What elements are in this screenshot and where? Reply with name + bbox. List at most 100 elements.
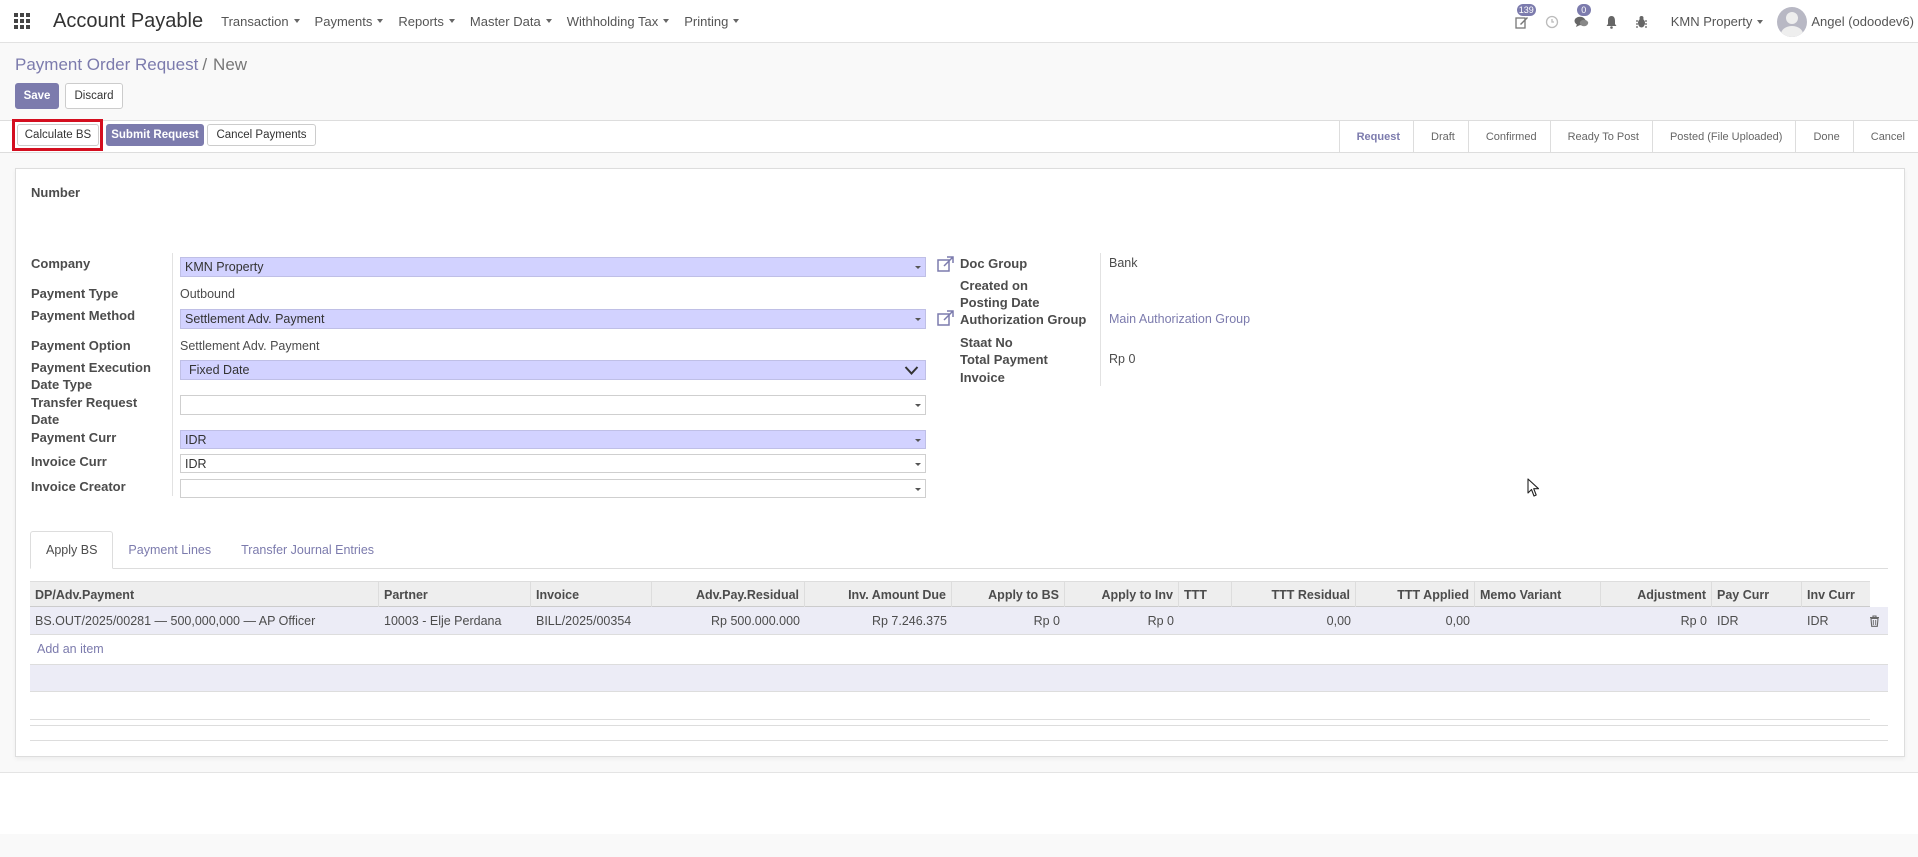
table-row[interactable]: BS.OUT/2025/00281 — 500,000,000 — AP Off…: [30, 607, 1888, 635]
avatar[interactable]: [1777, 6, 1808, 37]
column-header[interactable]: Inv. Amount Due: [805, 582, 952, 608]
dropdown-arrow-icon: [915, 318, 921, 321]
menu-withholding-tax[interactable]: Withholding Tax: [567, 14, 670, 29]
column-header[interactable]: Invoice: [531, 582, 652, 608]
breadcrumb: Payment Order Request / New: [15, 55, 247, 75]
column-header[interactable]: Adjustment: [1601, 582, 1712, 608]
auth-group-link[interactable]: Main Authorization Group: [1109, 312, 1250, 326]
label-separator: [172, 253, 173, 496]
messages-icon[interactable]: 0: [1573, 3, 1591, 31]
doc-group-value: Bank: [1109, 256, 1138, 270]
total-payment-label: Total Payment: [960, 352, 1048, 367]
tab-payment-lines[interactable]: Payment Lines: [113, 531, 226, 569]
doc-group-label: Doc Group: [960, 256, 1028, 271]
menu-label: Master Data: [469, 13, 541, 29]
stage-confirmed[interactable]: Confirmed: [1469, 120, 1551, 153]
column-header[interactable]: Partner: [379, 582, 531, 608]
column-header[interactable]: Apply to Inv: [1065, 582, 1179, 608]
menu-payments[interactable]: Payments: [315, 14, 384, 29]
apps-menu-icon[interactable]: [14, 13, 30, 29]
menu-label: Payments: [314, 13, 373, 29]
activity-count-badge: 139: [1516, 3, 1536, 16]
cell-adjustment: Rp 0: [1680, 614, 1707, 628]
menu-label: Transaction: [221, 13, 289, 29]
notebook-tabs: Apply BS Payment Lines Transfer Journal …: [30, 531, 1888, 569]
payment-curr-field[interactable]: IDR: [180, 430, 926, 449]
column-header[interactable]: Memo Variant: [1475, 582, 1601, 608]
invoice-creator-field[interactable]: [180, 479, 926, 498]
activity-edit-icon[interactable]: 139: [1513, 3, 1536, 31]
breadcrumb-separator: /: [202, 55, 208, 74]
invoice-curr-value: IDR: [185, 456, 207, 471]
save-button[interactable]: Save: [15, 83, 59, 109]
company-switcher[interactable]: KMN Property: [1671, 14, 1764, 29]
payment-method-field[interactable]: Settlement Adv. Payment: [180, 309, 926, 329]
caret-down-icon: [733, 19, 740, 23]
column-header[interactable]: Inv Curr: [1802, 582, 1870, 608]
bell-icon[interactable]: [1603, 13, 1621, 31]
caret-down-icon: [448, 19, 455, 23]
cell-pay-curr: IDR: [1717, 614, 1739, 628]
breadcrumb-parent[interactable]: Payment Order Request: [15, 55, 198, 75]
app-title[interactable]: Account Payable: [53, 10, 203, 33]
menu-master-data[interactable]: Master Data: [470, 14, 552, 29]
menu-transaction[interactable]: Transaction: [221, 13, 300, 29]
menu-reports[interactable]: Reports: [398, 14, 455, 29]
column-header[interactable]: TTT Applied: [1356, 582, 1475, 608]
cell-apply-to-bs: Rp 0: [1033, 614, 1060, 628]
column-header[interactable]: TTT Residual: [1232, 582, 1356, 608]
menu-label: Reports: [398, 13, 444, 29]
payment-curr-value: IDR: [185, 432, 207, 447]
clock-icon[interactable]: [1543, 13, 1561, 31]
external-link-icon[interactable]: [937, 256, 955, 272]
stage-draft[interactable]: Draft: [1414, 120, 1469, 153]
column-header[interactable]: Adv.Pay.Residual: [652, 582, 805, 608]
caret-down-icon: [1757, 19, 1764, 24]
auth-group-label: Authorization Group: [960, 312, 1087, 327]
column-header[interactable]: Pay Curr: [1712, 582, 1802, 608]
transfer-request-date-field[interactable]: [180, 395, 926, 415]
external-link-icon[interactable]: [937, 310, 955, 326]
dropdown-arrow-icon: [915, 404, 921, 407]
stage-ready-to-post[interactable]: Ready To Post: [1551, 120, 1653, 153]
stage-request[interactable]: Request: [1340, 120, 1414, 153]
exec-date-type-select[interactable]: Fixed Date: [180, 360, 926, 380]
exec-date-type-label-1: Payment Execution: [31, 360, 151, 375]
table-header: DP/Adv.Payment Partner Invoice Adv.Pay.R…: [30, 581, 1870, 608]
payment-curr-label: Payment Curr: [31, 430, 117, 445]
caret-down-icon: [663, 19, 670, 23]
tab-apply-bs[interactable]: Apply BS: [30, 531, 114, 569]
company-field[interactable]: KMN Property: [180, 257, 926, 277]
discard-button[interactable]: Discard: [65, 83, 123, 109]
company-name: KMN Property: [1670, 14, 1753, 29]
trash-icon[interactable]: [1869, 615, 1880, 627]
cancel-payments-button[interactable]: Cancel Payments: [207, 124, 316, 146]
tab-transfer-journal-entries[interactable]: Transfer Journal Entries: [226, 531, 389, 569]
cell-ttt: [1179, 607, 1232, 635]
menu-label: Printing: [684, 13, 729, 29]
caret-down-icon: [377, 19, 384, 23]
posting-date-label: Posting Date: [960, 295, 1040, 310]
column-header[interactable]: DP/Adv.Payment: [30, 582, 379, 608]
transfer-request-label-1: Transfer Request: [31, 395, 138, 410]
table-footer-line: [30, 740, 1888, 741]
payment-option-value: Settlement Adv. Payment: [180, 339, 320, 353]
invoice-curr-field[interactable]: IDR: [180, 454, 926, 473]
user-menu[interactable]: Angel (odoodev6): [1811, 14, 1914, 29]
payment-method-label: Payment Method: [31, 308, 136, 323]
stage-posted[interactable]: Posted (File Uploaded): [1653, 120, 1797, 153]
bug-icon[interactable]: [1633, 13, 1651, 31]
invoice-curr-label: Invoice Curr: [31, 454, 107, 469]
menu-printing[interactable]: Printing: [684, 13, 740, 29]
stage-done[interactable]: Done: [1796, 120, 1854, 153]
column-header[interactable]: Apply to BS: [952, 582, 1065, 608]
column-header[interactable]: TTT: [1179, 582, 1232, 608]
menu-label: Withholding Tax: [566, 13, 659, 29]
empty-row: [30, 664, 1888, 692]
submit-request-button[interactable]: Submit Request: [106, 124, 204, 146]
table-footer-line: [30, 725, 1888, 726]
top-navbar: Account Payable Transaction Payments Rep…: [0, 0, 1918, 43]
add-item-link[interactable]: Add an item: [37, 642, 104, 656]
stage-cancel[interactable]: Cancel: [1854, 120, 1918, 153]
label-separator: [1100, 253, 1101, 386]
